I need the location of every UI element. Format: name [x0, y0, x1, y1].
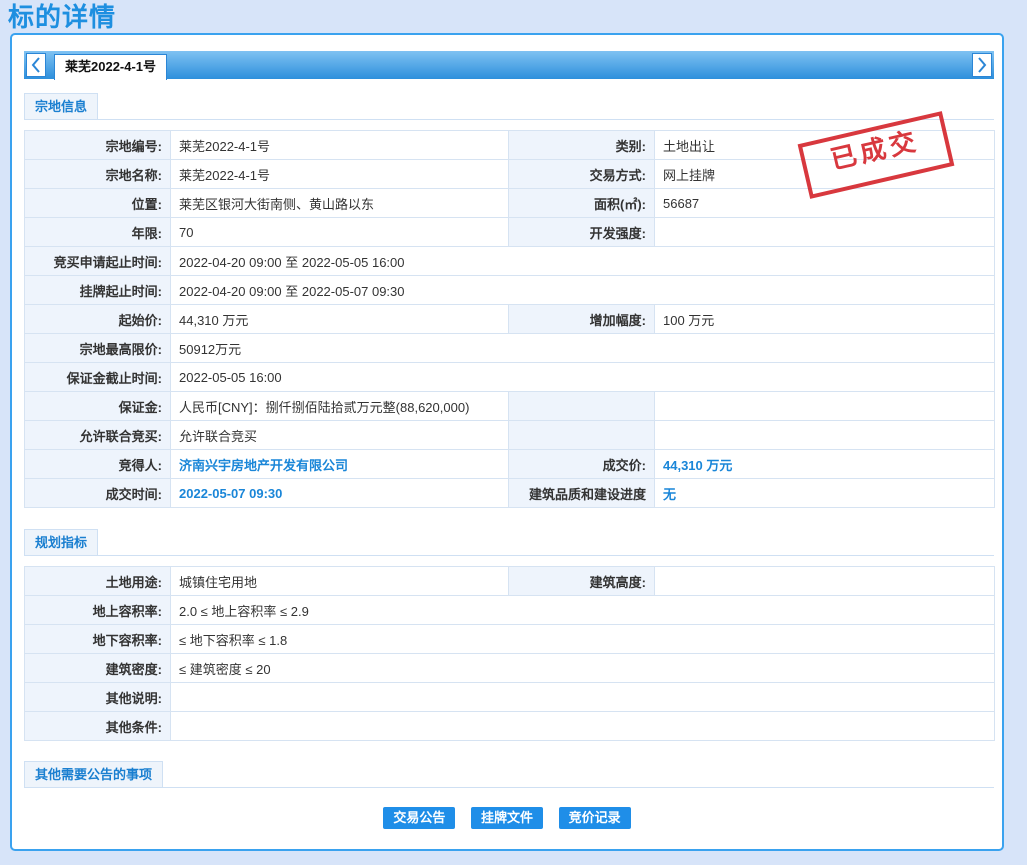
field-label: 保证金截止时间:	[24, 362, 171, 392]
winner-value: 济南兴宇房地产开发有限公司	[170, 449, 509, 479]
parcel-no-value: 莱芜2022-4-1号	[170, 130, 509, 160]
other-cond-value	[170, 711, 995, 741]
section-header-land-info: 宗地信息	[24, 93, 994, 120]
field-label: 增加幅度:	[508, 304, 655, 334]
empty-cell	[508, 420, 655, 450]
empty-cell	[654, 420, 995, 450]
field-label: 其他条件:	[24, 711, 171, 741]
field-label: 建筑品质和建设进度	[508, 478, 655, 508]
section-title-other: 其他需要公告的事项	[24, 761, 164, 787]
far-below-value: ≤ 地下容积率 ≤ 1.8	[170, 624, 995, 654]
section-header-other: 其他需要公告的事项	[24, 761, 994, 788]
table-row: 保证金截止时间: 2022-05-05 16:00	[24, 362, 995, 392]
table-row: 建筑密度: ≤ 建筑密度 ≤ 20	[24, 653, 995, 683]
height-value	[654, 566, 995, 596]
field-label: 宗地最高限价:	[24, 333, 171, 363]
table-row: 竞买申请起止时间: 2022-04-20 09:00 至 2022-05-05 …	[24, 246, 995, 276]
page-title: 标的详情	[8, 2, 117, 32]
field-label: 位置:	[24, 188, 171, 218]
field-label: 土地用途:	[24, 566, 171, 596]
section-header-planning: 规划指标	[24, 529, 994, 556]
field-label: 交易方式:	[508, 159, 655, 189]
start-price-value: 44,310 万元	[170, 304, 509, 334]
table-row: 地上容积率: 2.0 ≤ 地上容积率 ≤ 2.9	[24, 595, 995, 625]
field-label: 其他说明:	[24, 682, 171, 712]
far-above-value: 2.0 ≤ 地上容积率 ≤ 2.9	[170, 595, 995, 625]
listing-time-value: 2022-04-20 09:00 至 2022-05-07 09:30	[170, 275, 995, 305]
tab-parcel[interactable]: 莱芜2022-4-1号	[54, 54, 168, 80]
table-row: 位置: 莱芜区银河大街南侧、黄山路以东 面积(㎡): 56687	[24, 188, 995, 218]
quality-value: 无	[654, 478, 995, 508]
announcement-button[interactable]: 交易公告	[383, 807, 456, 829]
planning-table: 土地用途: 城镇住宅用地 建筑高度: 地上容积率: 2.0 ≤ 地上容积率 ≤ …	[24, 566, 995, 741]
intensity-value	[654, 217, 995, 247]
field-label: 面积(㎡):	[508, 188, 655, 218]
field-label: 建筑密度:	[24, 653, 171, 683]
field-label: 竞买申请起止时间:	[24, 246, 171, 276]
location-value: 莱芜区银河大街南侧、黄山路以东	[170, 188, 509, 218]
field-label: 允许联合竞买:	[24, 420, 171, 450]
apply-time-value: 2022-04-20 09:00 至 2022-05-05 16:00	[170, 246, 995, 276]
table-row: 允许联合竞买: 允许联合竞买	[24, 420, 995, 450]
section-title-planning: 规划指标	[24, 529, 99, 555]
field-label: 宗地编号:	[24, 130, 171, 160]
parcel-name-value: 莱芜2022-4-1号	[170, 159, 509, 189]
empty-cell	[508, 391, 655, 421]
table-row: 竞得人: 济南兴宇房地产开发有限公司 成交价: 44,310 万元	[24, 449, 995, 479]
field-label: 竞得人:	[24, 449, 171, 479]
land-use-value: 城镇住宅用地	[170, 566, 509, 596]
deal-time-value: 2022-05-07 09:30	[170, 478, 509, 508]
field-label: 成交价:	[508, 449, 655, 479]
table-row: 宗地最高限价: 50912万元	[24, 333, 995, 363]
section-title-land-info: 宗地信息	[24, 93, 99, 119]
deal-price-value: 44,310 万元	[654, 449, 995, 479]
field-label: 挂牌起止时间:	[24, 275, 171, 305]
field-label: 建筑高度:	[508, 566, 655, 596]
field-label: 起始价:	[24, 304, 171, 334]
increment-value: 100 万元	[654, 304, 995, 334]
action-buttons: 交易公告 挂牌文件 竞价记录	[12, 807, 1002, 829]
deposit-deadline-value: 2022-05-05 16:00	[170, 362, 995, 392]
table-row: 土地用途: 城镇住宅用地 建筑高度:	[24, 566, 995, 596]
table-row: 成交时间: 2022-05-07 09:30 建筑品质和建设进度 无	[24, 478, 995, 508]
field-label: 地下容积率:	[24, 624, 171, 654]
detail-panel: 莱芜2022-4-1号 宗地信息 宗地编号: 莱芜2022-4-1号 类别: 土…	[10, 33, 1004, 851]
table-row: 其他说明:	[24, 682, 995, 712]
joint-value: 允许联合竞买	[170, 420, 509, 450]
max-price-value: 50912万元	[170, 333, 995, 363]
chevron-right-icon[interactable]	[972, 53, 992, 77]
empty-cell	[654, 391, 995, 421]
chevron-left-icon[interactable]	[26, 53, 46, 77]
table-row: 保证金: 人民币[CNY]：捌仟捌佰陆拾贰万元整(88,620,000)	[24, 391, 995, 421]
other-desc-value	[170, 682, 995, 712]
field-label: 保证金:	[24, 391, 171, 421]
table-row: 年限: 70 开发强度:	[24, 217, 995, 247]
field-label: 成交时间:	[24, 478, 171, 508]
table-row: 其他条件:	[24, 711, 995, 741]
term-value: 70	[170, 217, 509, 247]
table-row: 起始价: 44,310 万元 增加幅度: 100 万元	[24, 304, 995, 334]
table-row: 挂牌起止时间: 2022-04-20 09:00 至 2022-05-07 09…	[24, 275, 995, 305]
listing-doc-button[interactable]: 挂牌文件	[470, 807, 543, 829]
field-label: 开发强度:	[508, 217, 655, 247]
bid-record-button[interactable]: 竞价记录	[558, 807, 631, 829]
field-label: 年限:	[24, 217, 171, 247]
tab-bar: 莱芜2022-4-1号	[24, 51, 994, 80]
field-label: 类别:	[508, 130, 655, 160]
field-label: 地上容积率:	[24, 595, 171, 625]
table-row: 地下容积率: ≤ 地下容积率 ≤ 1.8	[24, 624, 995, 654]
density-value: ≤ 建筑密度 ≤ 20	[170, 653, 995, 683]
field-label: 宗地名称:	[24, 159, 171, 189]
deposit-value: 人民币[CNY]：捌仟捌佰陆拾贰万元整(88,620,000)	[170, 391, 509, 421]
